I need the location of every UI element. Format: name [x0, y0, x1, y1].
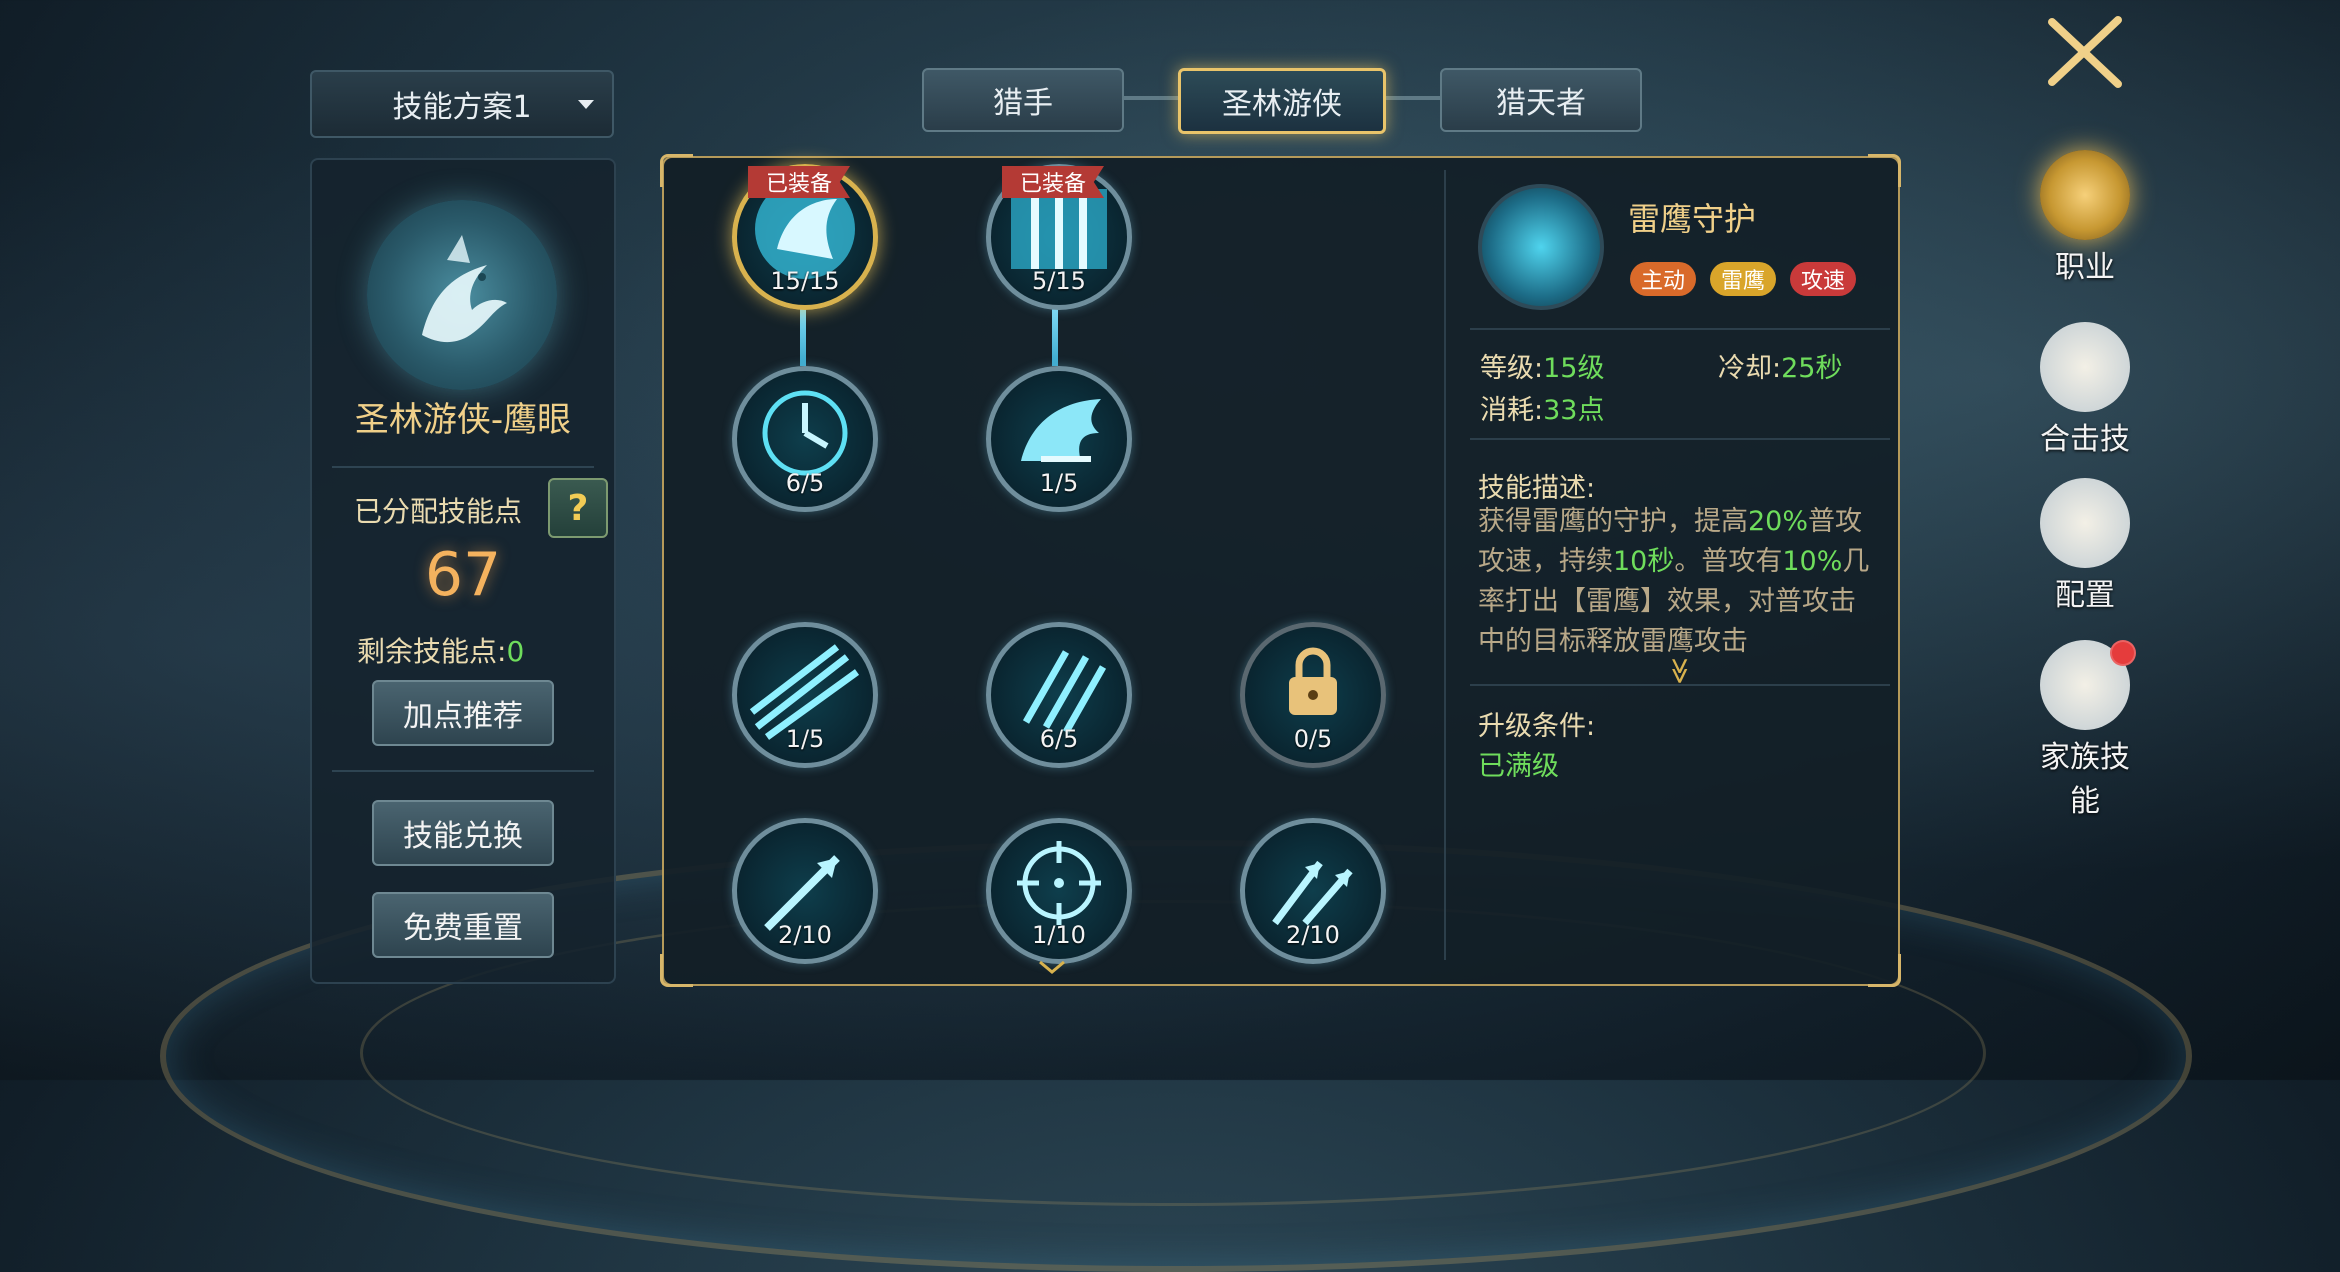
- skill-exchange-button[interactable]: 技能兑换: [372, 800, 554, 866]
- tag-label: 攻速: [1800, 269, 1845, 294]
- desc-highlight: 10%: [1782, 546, 1843, 577]
- panel-corner: [1868, 954, 1901, 987]
- desc-highlight: 20%: [1748, 506, 1809, 537]
- skill-node-locked[interactable]: 0/5: [1240, 622, 1386, 768]
- recommend-button[interactable]: 加点推荐: [372, 680, 554, 746]
- class-info-panel: 圣林游侠-鹰眼 已分配技能点 ? 67 剩余技能点:0 加点推荐 技能兑换 免费…: [310, 158, 616, 984]
- free-reset-button[interactable]: 免费重置: [372, 892, 554, 958]
- cooldown-value: 25秒: [1781, 353, 1843, 384]
- tab-connector: [1380, 96, 1442, 100]
- panel-corner: [660, 954, 693, 987]
- scroll-down-icon[interactable]: [1038, 960, 1066, 974]
- book-icon: [2040, 322, 2130, 412]
- skill-level: 2/10: [1286, 921, 1340, 949]
- menu-label: 配置: [2055, 578, 2115, 613]
- divider: [1470, 328, 1890, 330]
- phoenix-icon: [422, 235, 507, 343]
- cost-label: 消耗:: [1480, 395, 1544, 426]
- skill-description: 获得雷鹰的守护，提高20%普攻攻速，持续10秒。普攻有10%几率打出【雷鹰】效果…: [1478, 502, 1878, 662]
- skill-tag-speed: 攻速: [1790, 262, 1856, 296]
- tag-label: 主动: [1640, 269, 1685, 294]
- class-name: 圣林游侠-鹰眼: [354, 400, 572, 440]
- skill-cooldown-row: 冷却:25秒: [1718, 346, 1842, 385]
- class-emblem: [367, 200, 557, 390]
- desc-text: 获得雷鹰的守护，提高: [1478, 506, 1748, 537]
- cost-value: 33点: [1543, 395, 1605, 426]
- skill-node-split-arrow[interactable]: 2/10: [1240, 818, 1386, 964]
- tab-hunter[interactable]: 猎手: [922, 68, 1124, 132]
- skill-level: 5/15: [1032, 267, 1086, 295]
- description-title: 技能描述:: [1478, 473, 1596, 504]
- skill-level: 6/5: [785, 469, 825, 497]
- skill-node-clock[interactable]: 6/5: [732, 366, 878, 512]
- menu-label: 合击技: [2040, 422, 2130, 457]
- sword-icon: [2040, 150, 2130, 240]
- equipped-badge: 已装备: [748, 166, 850, 198]
- divider: [1470, 684, 1890, 686]
- skill-level: 15/15: [770, 267, 840, 295]
- skill-node-arrow-rain[interactable]: 6/5: [986, 622, 1132, 768]
- skill-level-row: 等级:15级: [1480, 346, 1604, 385]
- notification-dot: [2110, 640, 2136, 666]
- skill-node-multi-arrow[interactable]: 1/5: [732, 622, 878, 768]
- divider: [1470, 438, 1890, 440]
- panel-divider: [1444, 170, 1446, 960]
- tab-connector: [1120, 96, 1180, 100]
- skill-level: 1/10: [1032, 921, 1086, 949]
- expand-description-icon[interactable]: ≫: [1665, 657, 1695, 684]
- skill-level: 2/10: [778, 921, 832, 949]
- upgrade-value: 已满级: [1478, 751, 1559, 782]
- remaining-points: 剩余技能点:0: [357, 630, 524, 670]
- allocated-points-value: 67: [424, 540, 502, 610]
- skill-name: 雷鹰守护: [1628, 200, 1757, 238]
- skill-cost-row: 消耗:33点: [1480, 388, 1604, 427]
- selected-skill-icon: [1478, 184, 1604, 310]
- divider: [332, 770, 594, 772]
- tab-forest-ranger[interactable]: 圣林游侠: [1178, 68, 1386, 134]
- remaining-points-value: 0: [506, 635, 525, 668]
- skill-level: 1/5: [1039, 469, 1079, 497]
- divider: [332, 466, 594, 468]
- desc-text: 。普攻有: [1674, 546, 1783, 577]
- desc-highlight: 10秒: [1613, 546, 1675, 577]
- skill-level: 6/5: [1039, 725, 1079, 753]
- help-button[interactable]: ?: [548, 478, 608, 538]
- chevron-down-icon: [578, 100, 594, 109]
- skill-tag-active: 主动: [1630, 262, 1696, 296]
- upgrade-title: 升级条件:: [1478, 711, 1596, 742]
- close-icon[interactable]: [2040, 12, 2130, 92]
- moon-icon: [2040, 478, 2130, 568]
- tab-sky-hunter[interactable]: 猎天者: [1440, 68, 1642, 132]
- remaining-points-label: 剩余技能点:: [357, 635, 507, 668]
- panel-corner: [660, 154, 693, 187]
- level-label: 等级:: [1480, 353, 1544, 384]
- tab-label: 圣林游侠: [1222, 87, 1342, 122]
- skill-level: 1/5: [785, 725, 825, 753]
- skill-node-piercing-arrow[interactable]: 2/10: [732, 818, 878, 964]
- tab-label: 猎手: [993, 86, 1053, 121]
- tag-label: 雷鹰: [1720, 269, 1765, 294]
- menu-class[interactable]: 职业: [2030, 150, 2140, 286]
- tab-label: 猎天者: [1496, 86, 1586, 121]
- skill-scheme-dropdown[interactable]: 技能方案1: [310, 70, 614, 138]
- skill-node-crosshair[interactable]: 1/10: [986, 818, 1132, 964]
- allocated-points-label: 已分配技能点: [354, 495, 523, 528]
- skill-level: 0/5: [1293, 725, 1333, 753]
- skill-scheme-label: 技能方案1: [392, 90, 532, 125]
- menu-family-skill[interactable]: 家族技能: [2030, 640, 2140, 820]
- menu-label: 家族技能: [2040, 740, 2130, 819]
- menu-config[interactable]: 配置: [2030, 478, 2140, 614]
- equipped-badge: 已装备: [1002, 166, 1104, 198]
- skill-node-wing[interactable]: 1/5: [986, 366, 1132, 512]
- menu-combo-skill[interactable]: 合击技: [2030, 322, 2140, 458]
- panel-corner: [1868, 154, 1901, 187]
- skill-tag-hawk: 雷鹰: [1710, 262, 1776, 296]
- menu-label: 职业: [2055, 250, 2115, 285]
- level-value: 15级: [1543, 353, 1605, 384]
- cooldown-label: 冷却:: [1718, 353, 1782, 384]
